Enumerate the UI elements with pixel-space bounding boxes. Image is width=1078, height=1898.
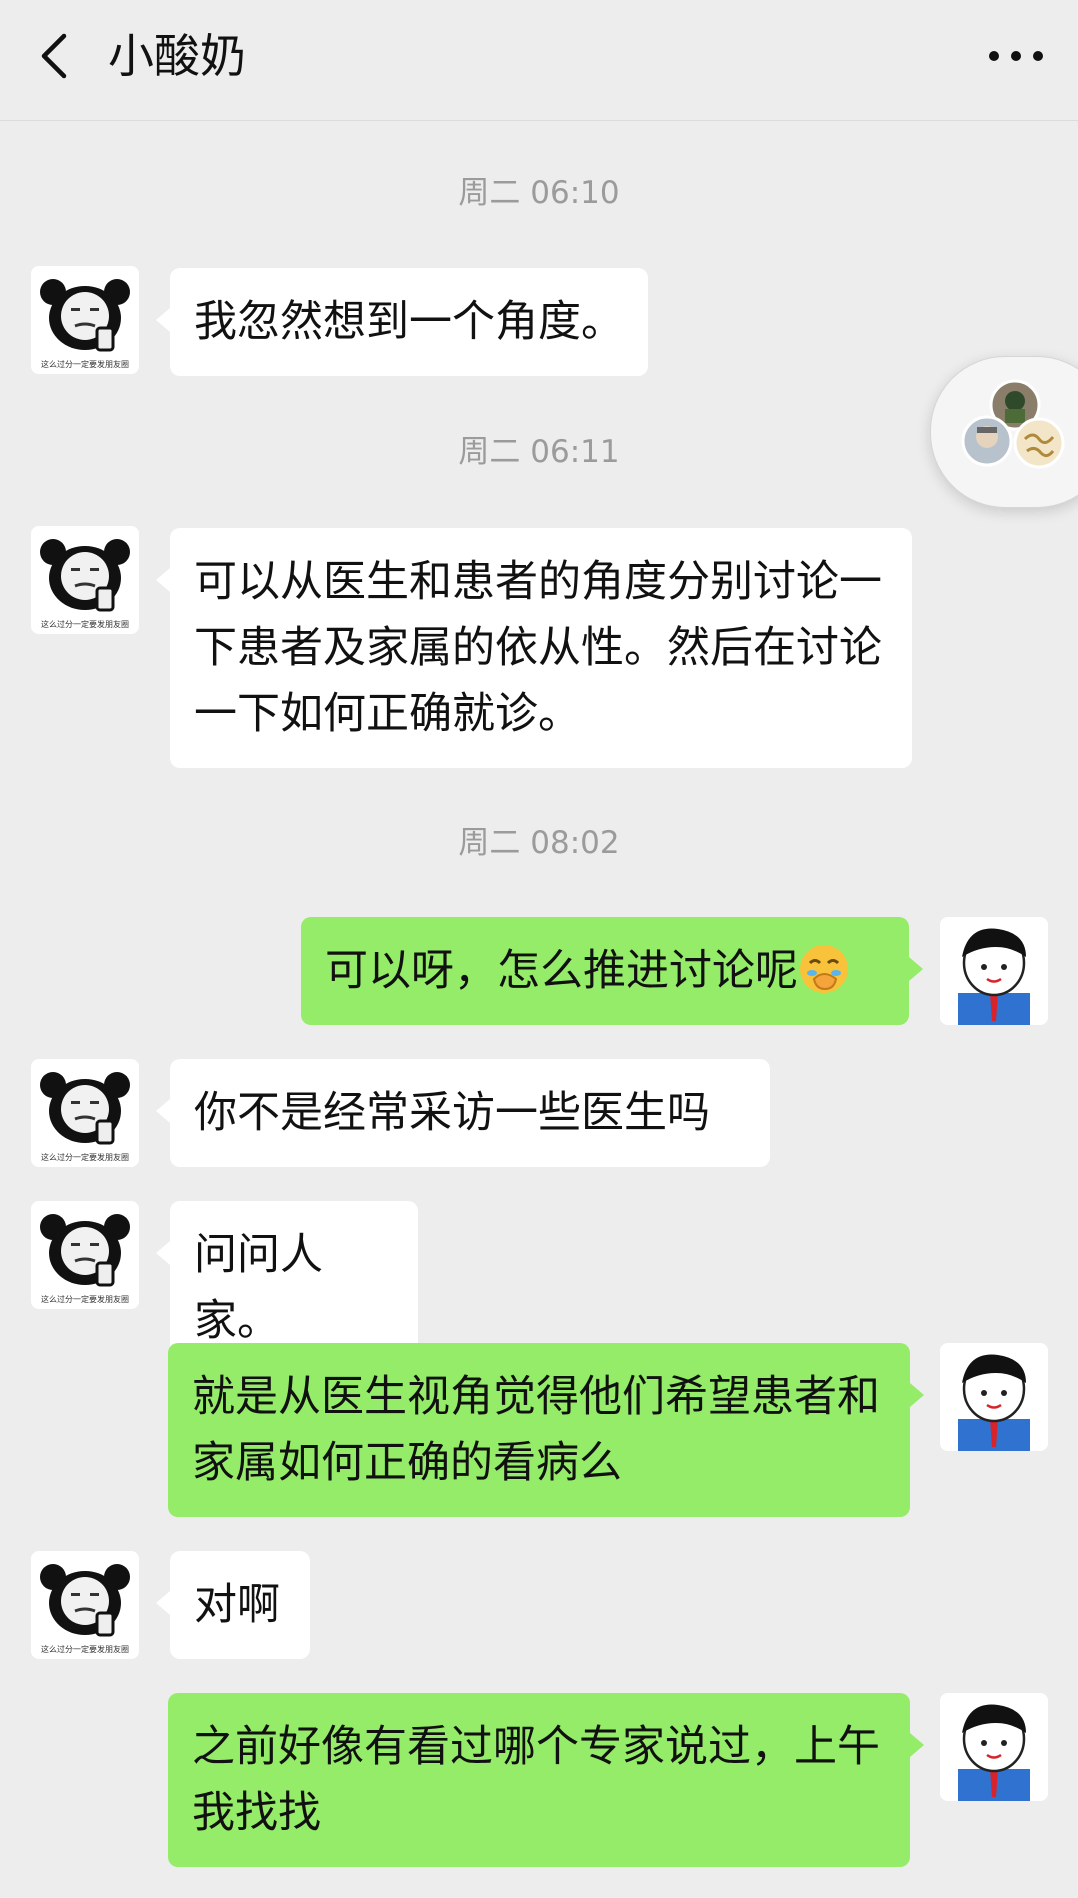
outgoing-message[interactable]: 之前好像有看过哪个专家说过，上午我找找 bbox=[168, 1693, 924, 1867]
message-text: 可以呀，怎么推进讨论呢 bbox=[325, 946, 798, 996]
timestamp: 周二 06:11 bbox=[458, 434, 620, 470]
contact-avatar[interactable]: 这么过分一定要发朋友圈 bbox=[31, 266, 139, 374]
svg-text:这么过分一定要发朋友圈: 这么过分一定要发朋友圈 bbox=[41, 1152, 129, 1162]
outgoing-message[interactable]: 可以呀，怎么推进讨论呢 bbox=[301, 917, 923, 1025]
cartoon-boy-icon bbox=[940, 917, 1048, 1025]
message-text: 之前好像有看过哪个专家说过，上午我找找 bbox=[192, 1722, 880, 1838]
svg-text:这么过分一定要发朋友圈: 这么过分一定要发朋友圈 bbox=[41, 359, 129, 369]
message-text: 对啊 bbox=[194, 1580, 280, 1630]
panda-meme-icon: 这么过分一定要发朋友圈 bbox=[31, 1201, 139, 1309]
svg-text:这么过分一定要发朋友圈: 这么过分一定要发朋友圈 bbox=[41, 1294, 129, 1304]
face-with-hand-over-mouth-emoji bbox=[800, 945, 848, 993]
cartoon-boy-icon bbox=[940, 1343, 1048, 1451]
chat-title: 小酸奶 bbox=[108, 29, 246, 83]
chat-header: 小酸奶 bbox=[0, 0, 1078, 121]
outgoing-message[interactable]: 就是从医生视角觉得他们希望患者和家属如何正确的看病么 bbox=[168, 1343, 924, 1517]
message-text: 我忽然想到一个角度。 bbox=[194, 297, 624, 347]
message-text: 问问人家。 bbox=[194, 1230, 323, 1346]
incoming-message[interactable]: 你不是经常采访一些医生吗 bbox=[156, 1059, 770, 1167]
panda-meme-icon: 这么过分一定要发朋友圈 bbox=[31, 1551, 139, 1659]
incoming-message[interactable]: 我忽然想到一个角度。 bbox=[156, 268, 648, 376]
contact-avatar[interactable]: 这么过分一定要发朋友圈 bbox=[31, 1059, 139, 1167]
timestamp: 周二 06:10 bbox=[458, 175, 620, 211]
my-avatar[interactable] bbox=[940, 1343, 1048, 1451]
contact-avatar[interactable]: 这么过分一定要发朋友圈 bbox=[31, 526, 139, 634]
svg-text:这么过分一定要发朋友圈: 这么过分一定要发朋友圈 bbox=[41, 1644, 129, 1654]
contact-avatar[interactable]: 这么过分一定要发朋友圈 bbox=[31, 1551, 139, 1659]
my-avatar[interactable] bbox=[940, 917, 1048, 1025]
svg-text:这么过分一定要发朋友圈: 这么过分一定要发朋友圈 bbox=[41, 619, 129, 629]
incoming-message[interactable]: 对啊 bbox=[156, 1551, 310, 1659]
panda-meme-icon: 这么过分一定要发朋友圈 bbox=[31, 526, 139, 634]
panda-meme-icon: 这么过分一定要发朋友圈 bbox=[31, 1059, 139, 1167]
cartoon-boy-icon bbox=[940, 1693, 1048, 1801]
incoming-message[interactable]: 可以从医生和患者的角度分别讨论一下患者及家属的依从性。然后在讨论一下如何正确就诊… bbox=[156, 528, 912, 768]
message-text: 你不是经常采访一些医生吗 bbox=[194, 1088, 710, 1138]
message-text: 就是从医生视角觉得他们希望患者和家属如何正确的看病么 bbox=[192, 1372, 880, 1488]
back-chevron-icon[interactable] bbox=[28, 28, 84, 84]
contact-avatar[interactable]: 这么过分一定要发朋友圈 bbox=[31, 1201, 139, 1309]
panda-meme-icon: 这么过分一定要发朋友圈 bbox=[31, 266, 139, 374]
more-dots-icon[interactable] bbox=[984, 30, 1048, 82]
my-avatar[interactable] bbox=[940, 1693, 1048, 1801]
message-text: 可以从医生和患者的角度分别讨论一下患者及家属的依从性。然后在讨论一下如何正确就诊… bbox=[194, 557, 882, 739]
timestamp: 周二 08:02 bbox=[458, 825, 620, 861]
